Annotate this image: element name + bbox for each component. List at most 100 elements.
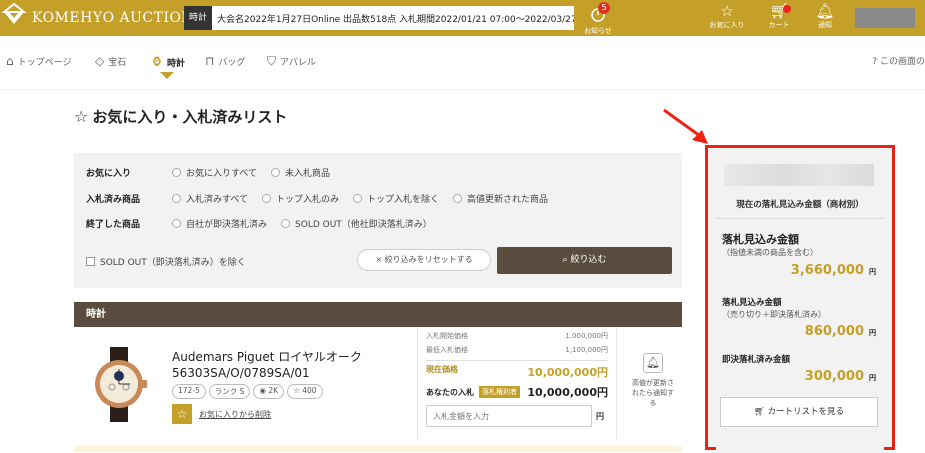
eye-icon: ◉ <box>259 386 266 395</box>
nav-label: 時計 <box>167 59 186 69</box>
start-price-label: 入札開始価格 <box>426 332 468 340</box>
notify-text: 高値が更新されたら通知する <box>632 379 674 407</box>
nav-label: 宝石 <box>108 57 127 68</box>
favorites-label: お気に入り <box>709 21 745 29</box>
radio-option[interactable]: 未入札商品 <box>271 166 330 179</box>
my-bid-row: あなたの入札 落札権利者 10,000,000円 <box>426 384 608 400</box>
search-button[interactable]: ⌕ 絞り込む <box>497 247 672 274</box>
page-title-text: お気に入り・入札済みリスト <box>92 108 288 126</box>
bell-icon: 🔔︎ <box>815 2 835 20</box>
logo[interactable]: KOMEHYO AUCTION <box>0 0 194 36</box>
total-sub: （指値未満の商品を含む） <box>722 248 818 257</box>
bid-amount-input[interactable] <box>426 405 592 427</box>
checkbox-label: SOLD OUT（即決落札済み）を除く <box>100 258 246 268</box>
reset-filter-button[interactable]: × 絞り込みをリセットする <box>357 249 491 271</box>
red-arrow-icon <box>663 108 708 144</box>
radio-option[interactable]: トップ入札のみ <box>262 192 339 205</box>
category-nav: ⌂ トップページ ◇ 宝石 ⌚︎ 時計 ⊓ バッグ ⛉ アパレル ? この画面の <box>0 36 925 90</box>
cart-dot <box>783 5 791 13</box>
favorites-count-tag: ☆ 400 <box>287 384 323 399</box>
expected-price-panel: 現在の落札見込み金額（商材別） 落札見込み金額 （指値未満の商品を含む） 3,6… <box>705 145 895 453</box>
nav-item-apparel[interactable]: ⛉ アパレル <box>267 54 316 69</box>
min-bid-value: 1,100,000円 <box>565 346 608 354</box>
auction-info-box: 時計 大会名2022年1月27日Online 出品数518点 入札期間2022/… <box>184 6 574 30</box>
radio-option[interactable]: 入札済みすべて <box>172 192 248 205</box>
min-bid-row: 最低入札価格 1,100,000円 <box>426 345 608 355</box>
soldout-checkbox[interactable]: SOLD OUT（即決落札済み）を除く <box>86 255 246 268</box>
nav-label: アパレル <box>280 58 316 68</box>
notify-label: 通知 <box>818 21 832 29</box>
watch-icon: ⌚︎ <box>151 55 164 69</box>
notify-column: 🔔︎ 高値が更新されたら通知する <box>629 353 677 408</box>
next-item-band <box>74 446 682 452</box>
checkbox-box[interactable] <box>86 257 95 266</box>
user-menu[interactable] <box>855 8 915 28</box>
auction-category-tag: 時計 <box>184 6 213 30</box>
bell-icon[interactable]: 🔔︎ <box>643 353 663 373</box>
rank-tag: ランク S <box>208 384 251 399</box>
bag-icon: ⊓ <box>205 54 215 68</box>
help-icon: ? <box>872 57 878 67</box>
notice-button[interactable]: 5 お知らせ <box>580 2 616 35</box>
sale-sub: （売り切り＋即決落札済み） <box>722 310 826 319</box>
search-icon: ⌕ <box>562 255 568 265</box>
min-bid-label: 最低入札価格 <box>426 346 468 354</box>
watch-image[interactable] <box>84 347 154 422</box>
filter-row-favorites: お気に入り お気に入りすべて 未入札商品 <box>86 166 344 179</box>
radio-option[interactable]: 自社が即決落札済み <box>172 217 267 230</box>
star-icon: ☆ <box>293 386 300 395</box>
help-link[interactable]: ? この画面の <box>872 54 925 67</box>
filter-row-bid: 入札済み商品 入札済みすべて トップ入札のみ トップ入札を除く 高値更新された商… <box>86 192 562 205</box>
view-cart-button[interactable]: 🛒︎ カートリストを見る <box>720 397 878 427</box>
item-title[interactable]: Audemars Piguet ロイヤルオーク 56303SA/O/0789SA… <box>172 349 402 381</box>
nav-item-bag[interactable]: ⊓ バッグ <box>205 54 245 68</box>
notify-button[interactable]: 🔔︎ 通知 <box>803 2 847 34</box>
radio-option[interactable]: SOLD OUT（他社即決落札済み） <box>281 217 432 230</box>
nav-item-top[interactable]: ⌂ トップページ <box>6 54 71 68</box>
blurred-name <box>724 164 874 186</box>
reset-label: 絞り込みをリセットする <box>384 255 473 264</box>
favorites-button[interactable]: ☆ お気に入り <box>705 2 749 34</box>
list-item: Audemars Piguet ロイヤルオーク 56303SA/O/0789SA… <box>74 327 682 452</box>
cart-icon: 🛒︎ <box>769 2 789 20</box>
instant-label: 即決落札済み金額 <box>722 355 791 365</box>
remove-favorite-link[interactable]: お気に入りから削除 <box>199 409 271 420</box>
shirt-icon: ⛉ <box>267 54 277 68</box>
active-nav-indicator <box>160 72 174 79</box>
instant-value: 300,000 円 <box>804 369 876 384</box>
radio-option[interactable]: 高値更新された商品 <box>453 192 548 205</box>
current-price-value: 10,000,000円 <box>527 366 608 379</box>
current-price-row: 現在価格 10,000,000円 <box>426 364 608 380</box>
total-label: 落札見込み金額 <box>722 233 799 246</box>
cart-button[interactable]: 🛒︎ カート <box>757 2 801 34</box>
help-label: この画面の <box>879 57 925 67</box>
favorite-star-icon[interactable]: ☆ <box>172 404 192 424</box>
cart-icon: 🛒︎ <box>753 407 765 417</box>
lot-tag: 172-5 <box>172 384 206 399</box>
radio-option[interactable]: お気に入りすべて <box>172 166 257 179</box>
winner-badge: 落札権利者 <box>479 386 520 398</box>
filter-panel: お気に入り お気に入りすべて 未入札商品 入札済み商品 入札済みすべて トップ入… <box>74 153 682 288</box>
start-price-value: 1,000,000円 <box>565 332 608 340</box>
my-bid-label: あなたの入札 <box>426 387 474 397</box>
filter-label: 終了した商品 <box>86 220 141 230</box>
nav-item-jewelry[interactable]: ◇ 宝石 <box>95 54 126 68</box>
price-column: 入札開始価格 1,000,000円 最低入札価格 1,100,000円 現在価格… <box>417 327 617 439</box>
search-label: 絞り込む <box>570 255 607 265</box>
sale-label: 落札見込み金額 <box>722 298 782 308</box>
cart-label: カート <box>768 21 790 29</box>
nav-label: バッグ <box>218 57 246 68</box>
bid-unit: 円 <box>596 411 604 421</box>
nav-item-watch[interactable]: ⌚︎ 時計 <box>151 54 185 71</box>
item-tags: 172-5 ランク S ◉ 2K ☆ 400 <box>172 384 326 399</box>
filter-label: 入札済み商品 <box>86 195 141 205</box>
home-icon: ⌂ <box>6 54 14 68</box>
notice-count-badge: 5 <box>598 2 610 14</box>
close-icon: × <box>375 255 383 264</box>
page-title: ☆ お気に入り・入札済みリスト <box>74 106 287 127</box>
panel-body: 落札見込み金額 （指値未満の商品を含む） 3,660,000 円 落札見込み金額 … <box>716 218 884 453</box>
my-bid-value: 10,000,000円 <box>527 386 608 399</box>
category-header: 時計 <box>74 302 682 327</box>
start-price-row: 入札開始価格 1,000,000円 <box>426 331 608 341</box>
radio-option[interactable]: トップ入札を除く <box>353 192 439 205</box>
